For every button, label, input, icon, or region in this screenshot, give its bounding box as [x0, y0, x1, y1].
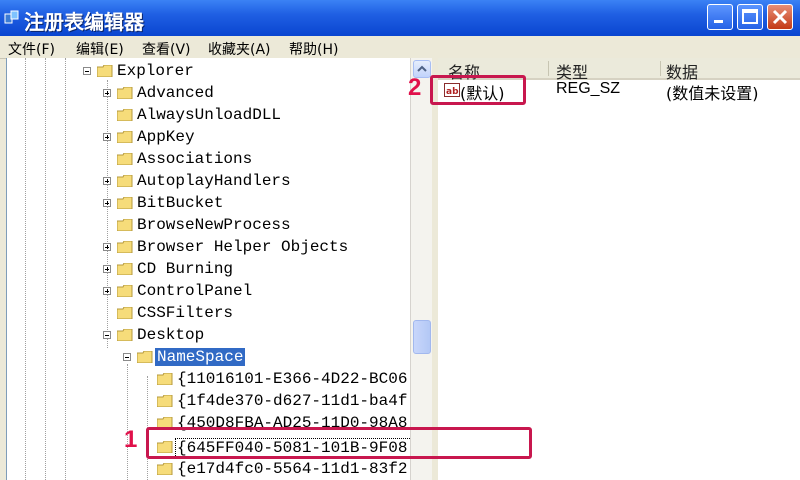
tree-item-desktop[interactable]: Desktop: [7, 325, 411, 347]
annotation-number-2: 2: [408, 74, 422, 101]
maximize-icon: [742, 9, 758, 24]
folder-icon: [157, 463, 173, 475]
folder-icon: [117, 109, 133, 121]
minimize-icon: [714, 20, 723, 23]
tree-item-label: ControlPanel: [137, 282, 253, 300]
expand-toggle[interactable]: [103, 89, 111, 97]
tree-item-autoplayhandlers[interactable]: AutoplayHandlers: [7, 171, 411, 193]
tree-item-appkey[interactable]: AppKey: [7, 127, 411, 149]
folder-icon: [117, 175, 133, 187]
tree-item-associations[interactable]: Associations: [7, 149, 411, 171]
close-icon: [772, 9, 788, 25]
tree-item-cd-burning[interactable]: CD Burning: [7, 259, 411, 281]
tree-item-label: NameSpace: [155, 348, 246, 366]
expand-toggle[interactable]: [103, 133, 111, 141]
folder-icon: [157, 373, 173, 385]
tree-item-guid-e17d4fc0[interactable]: {e17d4fc0-5564-11d1-83f2-0: [7, 459, 411, 480]
regedit-app-icon: [4, 10, 19, 24]
folder-icon: [117, 285, 133, 297]
tree-item-cssfilters[interactable]: CSSFilters: [7, 303, 411, 325]
tree-scrollbar[interactable]: [410, 58, 433, 480]
folder-icon: [117, 263, 133, 275]
collapse-toggle[interactable]: [103, 331, 111, 339]
folder-icon: [117, 219, 133, 231]
folder-icon: [117, 241, 133, 253]
folder-open-icon: [137, 351, 153, 363]
tree-item-label: AutoplayHandlers: [137, 172, 291, 190]
highlight-box-default-value: [430, 75, 526, 105]
registry-tree[interactable]: Explorer Advanced AlwaysUnloadDLL AppKey…: [6, 58, 411, 480]
folder-icon: [117, 153, 133, 165]
menu-favorites[interactable]: 收藏夹(A): [208, 39, 271, 59]
tree-item-explorer[interactable]: Explorer: [7, 61, 411, 83]
value-data: (数值未设置): [666, 84, 759, 103]
folder-icon: [117, 131, 133, 143]
tree-item-label: BrowseNewProcess: [137, 216, 291, 234]
tree-item-label: AppKey: [137, 128, 195, 146]
highlight-box-guid-key: [146, 427, 532, 459]
tree-item-label: Browser Helper Objects: [137, 238, 349, 256]
tree-item-browsenewprocess[interactable]: BrowseNewProcess: [7, 215, 411, 237]
tree-item-label: Desktop: [137, 326, 205, 344]
window-title: 注册表编辑器: [24, 10, 144, 34]
menu-bar: 文件(F) 编辑(E) 查看(V) 收藏夹(A) 帮助(H): [0, 36, 800, 59]
tree-item-label: {11016101-E366-4D22-BC06-4: [177, 370, 411, 388]
values-list[interactable]: 名称 类型 数据 ab (默认) REG_SZ (数值未设置): [438, 58, 800, 480]
tree-item-bitbucket[interactable]: BitBucket: [7, 193, 411, 215]
value-type: REG_SZ: [556, 80, 621, 97]
tree-item-controlpanel[interactable]: ControlPanel: [7, 281, 411, 303]
scroll-thumb[interactable]: [413, 320, 431, 354]
title-bar[interactable]: 注册表编辑器: [0, 0, 800, 36]
folder-icon: [117, 87, 133, 99]
folder-icon: [117, 197, 133, 209]
tree-item-label: CSSFilters: [137, 304, 234, 322]
menu-edit[interactable]: 编辑(E): [76, 39, 124, 59]
tree-item-label: {1f4de370-d627-11d1-ba4f-0: [177, 392, 411, 410]
annotation-number-1: 1: [124, 426, 138, 453]
tree-item-namespace[interactable]: NameSpace: [7, 347, 411, 369]
menu-file[interactable]: 文件(F): [8, 39, 55, 59]
tree-item-label: Associations: [137, 150, 253, 168]
tree-item-label: Advanced: [137, 84, 214, 102]
menu-view[interactable]: 查看(V): [142, 39, 191, 59]
tree-item-label: {e17d4fc0-5564-11d1-83f2-0: [177, 460, 411, 478]
menu-help[interactable]: 帮助(H): [289, 39, 338, 59]
expand-toggle[interactable]: [103, 177, 111, 185]
tree-item-browser-helper-objects[interactable]: Browser Helper Objects: [7, 237, 411, 259]
maximize-button[interactable]: [737, 4, 763, 30]
folder-icon: [97, 65, 113, 77]
tree-item-advanced[interactable]: Advanced: [7, 83, 411, 105]
tree-item-alwaysunloaddll[interactable]: AlwaysUnloadDLL: [7, 105, 411, 127]
expand-toggle[interactable]: [103, 243, 111, 251]
folder-icon: [157, 395, 173, 407]
expand-toggle[interactable]: [103, 265, 111, 273]
tree-item-label: AlwaysUnloadDLL: [137, 106, 282, 124]
minimize-button[interactable]: [707, 4, 733, 30]
tree-item-guid-1f4de370[interactable]: {1f4de370-d627-11d1-ba4f-0: [7, 391, 411, 413]
tree-item-label: Explorer: [117, 62, 194, 80]
expand-toggle[interactable]: [103, 287, 111, 295]
expand-toggle[interactable]: [103, 199, 111, 207]
collapse-toggle[interactable]: [123, 353, 131, 361]
tree-item-label: CD Burning: [137, 260, 234, 278]
tree-item-label: BitBucket: [137, 194, 224, 212]
tree-item-guid-11016101[interactable]: {11016101-E366-4D22-BC06-4: [7, 369, 411, 391]
close-button[interactable]: [767, 4, 793, 30]
collapse-toggle[interactable]: [83, 67, 91, 75]
folder-icon: [117, 307, 133, 319]
folder-open-icon: [117, 329, 133, 341]
